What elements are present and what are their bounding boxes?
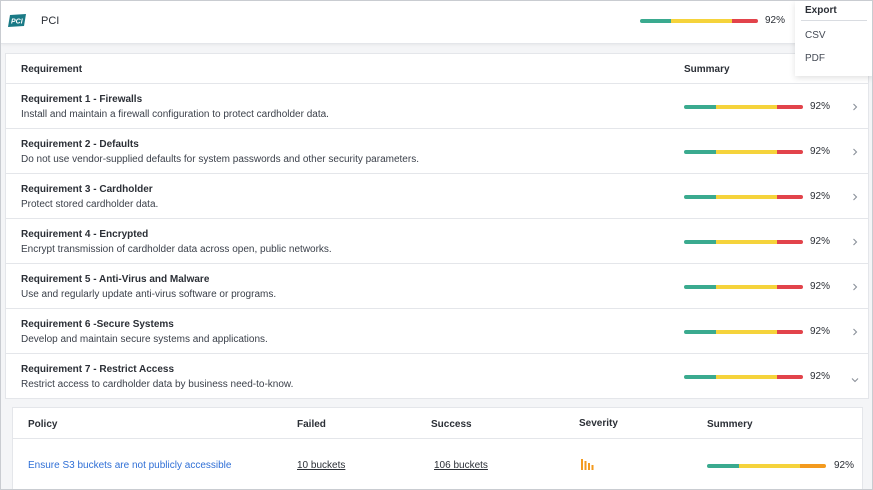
requirement-title: Requirement 1 - Firewalls <box>21 94 143 105</box>
requirement-progress-bar <box>684 330 803 334</box>
requirement-description: Use and regularly update anti-virus soft… <box>21 289 277 300</box>
requirement-percent: 92% <box>810 146 831 157</box>
logo-text: PCI <box>11 19 24 26</box>
requirement-title: Requirement 6 -Secure Systems <box>21 319 174 330</box>
requirement-row-1[interactable]: Requirement 1 - Firewalls Install and ma… <box>6 84 868 129</box>
policy-progress-bar <box>707 464 826 468</box>
requirement-percent: 92% <box>810 236 831 247</box>
requirement-description: Restrict access to cardholder data by bu… <box>21 379 294 390</box>
chevron-right-icon[interactable] <box>849 101 861 113</box>
requirement-row-6[interactable]: Requirement 6 -Secure Systems Develop an… <box>6 309 868 354</box>
policy-column-header: Policy <box>28 419 58 430</box>
requirement-row-4[interactable]: Requirement 4 - Encrypted Encrypt transm… <box>6 219 868 264</box>
requirement-progress-bar <box>684 375 803 379</box>
summary-column-header: Summary <box>684 64 730 75</box>
summary-column-header: Summery <box>707 419 753 430</box>
requirement-progress-bar <box>684 285 803 289</box>
requirement-description: Do not use vendor-supplied defaults for … <box>21 154 419 165</box>
requirement-progress-bar <box>684 240 803 244</box>
requirement-title: Requirement 7 - Restrict Access <box>21 364 175 375</box>
failed-buckets-link[interactable]: 10 buckets <box>297 460 345 471</box>
requirements-table-header: Requirement Summary <box>6 54 868 84</box>
requirement-title: Requirement 2 - Defaults <box>21 139 139 150</box>
failed-column-header: Failed <box>297 419 326 430</box>
requirement-column-header: Requirement <box>21 64 83 75</box>
requirement-progress-bar <box>684 150 803 154</box>
overall-percent: 92% <box>765 15 786 26</box>
requirement-progress-bar <box>684 195 803 199</box>
requirement-percent: 92% <box>810 371 831 382</box>
requirement-row-7[interactable]: Requirement 7 - Restrict Access Restrict… <box>6 354 868 399</box>
export-divider <box>801 20 867 21</box>
requirement-description: Develop and maintain secure systems and … <box>21 334 268 345</box>
requirement-row-2[interactable]: Requirement 2 - Defaults Do not use vend… <box>6 129 868 174</box>
requirement-title: Requirement 3 - Cardholder <box>21 184 153 195</box>
requirement-title: Requirement 5 - Anti-Virus and Malware <box>21 274 210 285</box>
success-buckets-link[interactable]: 106 buckets <box>434 460 488 471</box>
success-column-header: Success <box>431 419 472 430</box>
policy-table-header: Policy Failed Success Severity Summery <box>13 408 862 439</box>
requirement-progress-bar <box>684 105 803 109</box>
severity-bars-icon <box>581 459 594 470</box>
requirement-percent: 92% <box>810 191 831 202</box>
requirement-row-5[interactable]: Requirement 5 - Anti-Virus and Malware U… <box>6 264 868 309</box>
export-csv-item[interactable]: CSV <box>805 30 826 41</box>
pci-logo-icon: PCI <box>8 14 26 27</box>
export-dropdown: Export CSV PDF <box>795 1 872 76</box>
chevron-down-icon[interactable] <box>849 374 861 386</box>
policy-table: Policy Failed Success Severity Summery E… <box>12 407 863 489</box>
chevron-right-icon[interactable] <box>849 326 861 338</box>
export-pdf-item[interactable]: PDF <box>805 53 825 64</box>
requirement-description: Encrypt transmission of cardholder data … <box>21 244 332 255</box>
policy-row: Ensure S3 buckets are not publicly acces… <box>13 440 862 489</box>
app-frame: PCI PCI 92% Export CSV PDF Requirement S… <box>0 0 873 490</box>
policy-link[interactable]: Ensure S3 buckets are not publicly acces… <box>28 460 231 471</box>
chevron-right-icon[interactable] <box>849 146 861 158</box>
chevron-right-icon[interactable] <box>849 281 861 293</box>
requirement-percent: 92% <box>810 326 831 337</box>
requirements-table: Requirement Summary Requirement 1 - Fire… <box>5 53 869 399</box>
requirement-percent: 92% <box>810 101 831 112</box>
requirement-title: Requirement 4 - Encrypted <box>21 229 149 240</box>
requirement-description: Protect stored cardholder data. <box>21 199 159 210</box>
chevron-right-icon[interactable] <box>849 236 861 248</box>
severity-column-header: Severity <box>579 418 618 429</box>
page-title: PCI <box>41 15 60 27</box>
chevron-right-icon[interactable] <box>849 191 861 203</box>
requirement-description: Install and maintain a firewall configur… <box>21 109 329 120</box>
requirement-row-3[interactable]: Requirement 3 - Cardholder Protect store… <box>6 174 868 219</box>
requirement-percent: 92% <box>810 281 831 292</box>
policy-percent: 92% <box>834 460 855 471</box>
top-header: PCI PCI 92% <box>1 1 872 44</box>
overall-progress-bar <box>640 19 758 23</box>
export-title: Export <box>805 5 837 16</box>
